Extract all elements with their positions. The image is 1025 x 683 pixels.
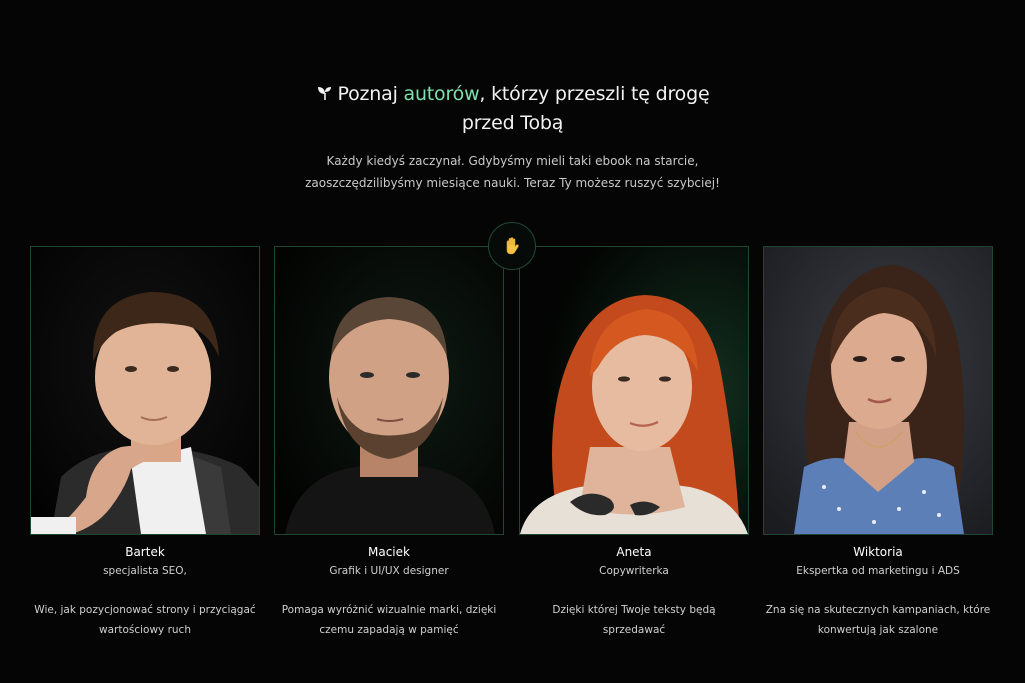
author-name: Aneta — [616, 545, 652, 559]
heading-prefix: Poznaj — [337, 83, 404, 105]
author-desc-line-1: Dzięki której Twoje teksty będą — [552, 604, 716, 616]
author-description: Wie, jak pozycjonować strony i przyciąga… — [30, 600, 260, 640]
author-desc-line-1: Zna się na skutecznych kampaniach, które — [765, 604, 991, 616]
waving-hand-badge — [488, 222, 536, 270]
author-desc-line-1: Pomaga wyróżnić wizualnie marki, dzięki — [281, 604, 497, 616]
heading-line-2: przed Tobą — [461, 112, 564, 134]
author-description: Zna się na skutecznych kampaniach, które… — [763, 600, 993, 640]
author-role: specjalista SEO, — [103, 565, 187, 577]
heading-accent: autorów — [403, 83, 480, 105]
subtitle-line-1: Każdy kiedyś zaczynał. Gdybyśmy mieli ta… — [326, 154, 699, 168]
author-role: Grafik i UI/UX designer — [329, 565, 449, 577]
section-heading: Poznaj autorów, którzy przeszli tę drogę… — [0, 80, 1025, 138]
author-desc-line-2: czemu zapadają w pamięć — [319, 624, 459, 636]
author-role: Ekspertka od marketingu i ADS — [796, 565, 960, 577]
author-photo-bartek — [30, 246, 260, 535]
author-photo-aneta — [519, 246, 749, 535]
author-desc-line-2: wartościowy ruch — [98, 624, 191, 636]
author-role: Copywriterka — [599, 565, 669, 577]
section-subtitle: Każdy kiedyś zaczynał. Gdybyśmy mieli ta… — [0, 150, 1025, 194]
heading-suffix: , którzy przeszli tę drogę — [479, 83, 710, 105]
author-photo-wiktoria — [763, 246, 993, 535]
author-desc-line-2: konwertują jak szalone — [817, 624, 939, 636]
author-photo-maciek — [274, 246, 504, 535]
author-name: Wiktoria — [853, 545, 903, 559]
author-name: Bartek — [125, 545, 165, 559]
author-desc-line-1: Wie, jak pozycjonować strony i przyciąga… — [34, 604, 256, 616]
author-description: Dzięki której Twoje teksty będą sprzedaw… — [519, 600, 749, 640]
author-description: Pomaga wyróżnić wizualnie marki, dzięki … — [274, 600, 504, 640]
heading-line-1: Poznaj autorów, którzy przeszli tę drogę — [0, 80, 1025, 109]
author-desc-line-2: sprzedawać — [602, 624, 666, 636]
seedling-icon — [317, 87, 331, 100]
subtitle-line-2: zaoszczędzilibyśmy miesiące nauki. Teraz… — [305, 176, 720, 190]
author-name: Maciek — [368, 545, 410, 559]
waving-hand-icon — [506, 237, 519, 255]
